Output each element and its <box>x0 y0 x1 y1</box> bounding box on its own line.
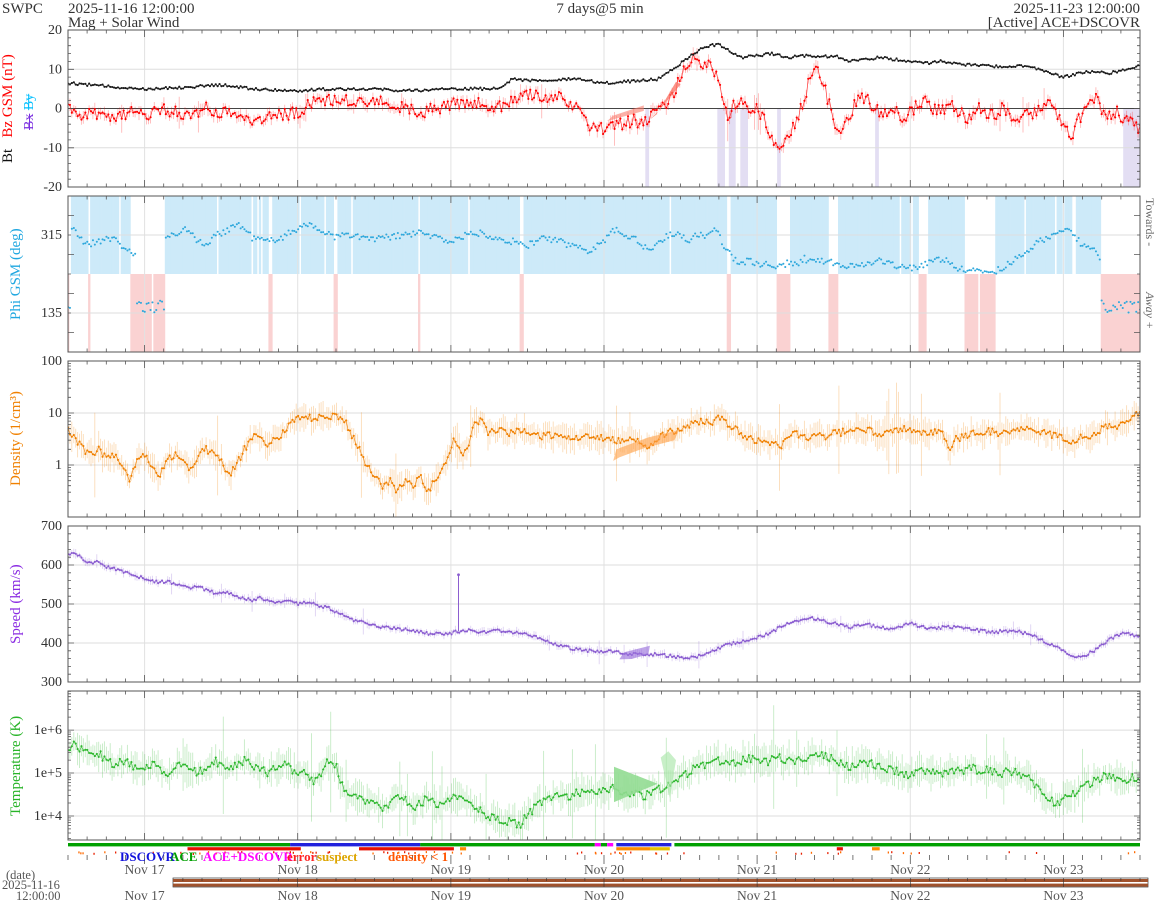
date-label-row2: Nov 20 <box>584 888 624 903</box>
date-label-row2: Nov 18 <box>278 888 318 903</box>
ytick-label: 600 <box>41 558 62 573</box>
ytick-label: -20 <box>43 180 62 195</box>
date-label-row1: Nov 21 <box>737 862 777 877</box>
legend-density-lt-1: density < 1 <box>388 849 449 864</box>
date-label-row2: Nov 21 <box>737 888 777 903</box>
legend-dscovr: DSCOVR <box>120 849 175 864</box>
axis-origin-time: 12:00:00 <box>16 889 61 903</box>
ytick-label: 700 <box>41 519 62 534</box>
legend-error: error <box>287 849 317 864</box>
ytick-label: 1e+4 <box>34 809 62 824</box>
date-label-row2: Nov 22 <box>890 888 930 903</box>
legend-suspect: suspect <box>317 849 358 864</box>
ytick-label: 1e+5 <box>34 766 62 781</box>
event-marker-0 <box>607 105 644 122</box>
ytick-label: 135 <box>41 306 62 321</box>
chart-canvas: 20100-10-203151351001017006005004003001e… <box>34 23 1149 903</box>
ytick-label: -10 <box>43 141 62 156</box>
ytick-label: 20 <box>48 23 62 38</box>
ytick-label: 400 <box>41 636 62 651</box>
ytick-label: 10 <box>48 406 62 421</box>
legend-ace: ACE <box>170 849 198 864</box>
context-timeline-bar: Nov 17 Nov 18 Nov 19 Nov 20 Nov 21 Nov 22 Nov … <box>125 877 1149 903</box>
date-label-row2: Nov 19 <box>431 888 471 903</box>
date-label-row1: Nov 22 <box>890 862 930 877</box>
speed-spike <box>457 573 460 632</box>
date-label-row2: Nov 23 <box>1043 888 1083 903</box>
ytick-label: 100 <box>41 354 62 369</box>
date-label-row2: Nov 17 <box>125 888 165 903</box>
ytick-label: 1 <box>55 458 62 473</box>
legend-ace-dscovr: ACE+DSCOVR <box>203 849 293 864</box>
event-marker-2 <box>613 430 679 461</box>
date-label-row1: Nov 20 <box>584 862 624 877</box>
ytick-label: 0 <box>55 102 62 117</box>
date-label-row1: Nov 23 <box>1043 862 1083 877</box>
ytick-label: 500 <box>41 597 62 612</box>
ytick-label: 10 <box>48 62 62 77</box>
panel-3-grid <box>68 526 1140 682</box>
swpc-solar-wind-plot: SWPC 2025-11-16 12:00:00 7 days@5 min 20… <box>0 0 1158 905</box>
ytick-label: 1e+6 <box>34 723 62 738</box>
ytick-label: 300 <box>41 675 62 690</box>
ytick-label: 315 <box>41 228 62 243</box>
